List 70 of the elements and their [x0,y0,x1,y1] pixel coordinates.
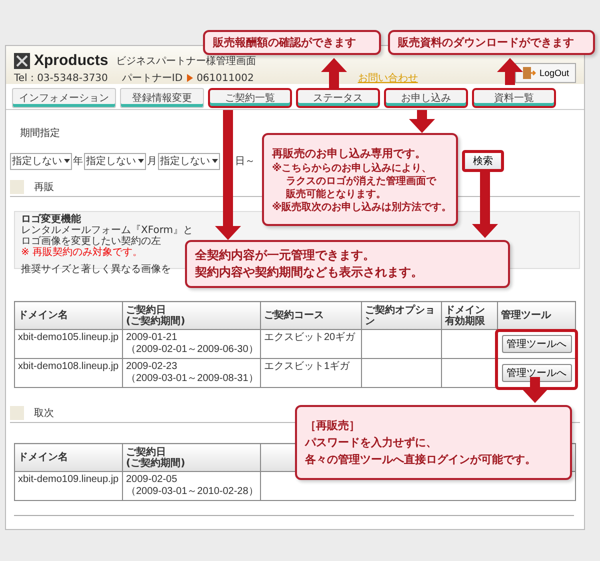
caret-icon [212,159,218,163]
table-cell: 2009-02-05 （2009-03-01～2010-02-28） [122,472,260,500]
column-header: ドメイン名 [14,302,122,330]
phone-number: Tel : 03-5348-3730 [14,72,108,84]
callout-text: 各々の管理ツールへ直接ログインが可能です。 [305,452,537,468]
admin-tool-button[interactable]: 管理ツールへ [502,364,572,382]
logo-icon [14,52,30,68]
table-cell: 2009-02-23 （2009-03-01～2009-08-31） [122,358,260,388]
callout-text: 契約内容や契約期間なども表示されます。 [195,264,424,281]
warning-text: ※ 再販契約のみ対象です。 [21,247,143,258]
search-button[interactable]: 検索 [462,150,504,172]
callout-text: 販売報酬額の確認ができます [213,35,357,51]
callout-note: ラクスのロゴが消えた管理画面で [285,175,438,188]
column-header: 管理ツール [498,302,576,330]
logout-button[interactable]: LogOut [515,63,576,83]
table-cell: 2009-01-21 （2009-02-01～2009-06-30） [122,330,260,358]
unit-label: 年 [73,155,83,168]
callout-arrow [321,58,347,88]
admin-tool-button[interactable]: 管理ツールへ [502,335,572,353]
dropdown[interactable]: 指定しない [84,152,146,170]
site-subtitle: ビジネスパートナー様管理画面 [116,54,256,68]
partner-id: 061011002 [196,72,254,84]
column-header: ご契約コース [260,302,362,330]
nav-tab[interactable]: 登録情報変更 [120,88,204,108]
callout-note: ※販売取次のお申し込みは別方法です。 [272,201,448,214]
callout-text: 全契約内容が一元管理できます。 [195,247,376,264]
callout-note: 販売可能となります。 [284,188,387,201]
column-header: ドメイン有効期限 [442,302,498,330]
logo-text: Xproducts [34,52,108,69]
column-header: ドメイン名 [14,444,122,472]
nav-tab[interactable]: ご契約一覧 [208,88,292,108]
table-cell: xbit-demo105.lineup.jp [14,330,122,358]
callout-note: ※こちらからのお申し込みにより、 [272,162,433,175]
notice-text: ロゴ画像を変更したい契約の左 [21,236,161,247]
period-label: 期間指定 [20,126,61,140]
caret-icon [64,159,70,163]
unit-label: 月 [147,155,157,168]
section-marker [10,406,24,420]
callout-arrow [522,377,548,403]
table-cell: xbit-demo108.lineup.jp [14,358,122,388]
nav-tab[interactable]: ステータス [296,88,380,108]
section-heading: 再販 [34,181,54,194]
callout-text: ［再販売］ [305,418,361,434]
callout-text: パスワードを入力せずに、 [305,435,438,451]
table-cell: エクスビット1ギガ [260,358,362,388]
callout-arrow [472,172,498,238]
section-heading: 取次 [34,407,54,420]
callout-text: 販売資料のダウンロードができます [398,35,575,51]
column-header: ご契約日 (ご契約期間) [122,302,260,330]
column-header: ご契約日 (ご契約期間) [122,444,260,472]
notice-text: レンタルメールフォーム『XForm』と [21,225,194,236]
callout-arrow [497,58,523,85]
triangle-icon [186,74,193,82]
dropdown[interactable]: 指定しない [158,152,220,170]
dropdown[interactable]: 指定しない [10,152,72,170]
table-cell: エクスビット20ギガ [260,330,362,358]
unit-label: 日～ [235,155,255,168]
nav-tab[interactable]: インフォメーション [12,88,116,108]
section-marker [10,180,24,194]
callout-arrow [409,110,435,133]
column-header: ご契約オプション [362,302,442,330]
notice-title: ロゴ変更機能 [21,214,82,225]
callout-text: 再販売のお申し込み専用です。 [272,146,427,162]
table-cell: xbit-demo109.lineup.jp [14,472,122,500]
nav-tab[interactable]: お申し込み [384,88,468,108]
notice-text: 推奨サイズと著しく異なる画像を [21,264,171,275]
nav-tab[interactable]: 資料一覧 [472,88,556,108]
door-icon [522,66,536,80]
caret-icon [138,159,144,163]
partner-id-label: パートナーID [122,72,183,85]
